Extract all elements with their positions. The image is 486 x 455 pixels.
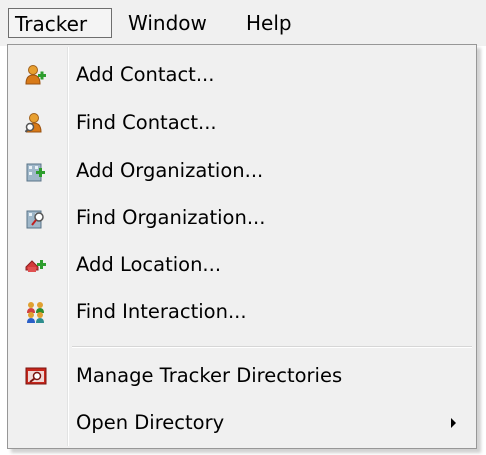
menu-item-add-location[interactable]: Add Location...: [10, 245, 474, 285]
menu-item-label: Add Contact...: [76, 63, 215, 86]
menu-bar: Tracker Window Help: [0, 0, 486, 46]
menu-item-add-organization[interactable]: Add Organization...: [10, 151, 474, 191]
add-contact-icon: [25, 64, 47, 86]
tracker-dropdown-menu: Add Contact... Find Contact... Add Organ…: [7, 44, 477, 449]
menu-item-label: Find Organization...: [76, 206, 266, 229]
menu-item-label: Manage Tracker Directories: [76, 364, 343, 387]
submenu-arrow-icon: [451, 418, 456, 428]
find-interaction-icon: [25, 301, 47, 323]
manage-directories-icon: [25, 365, 47, 387]
menu-help[interactable]: Help: [240, 8, 298, 38]
menu-item-find-interaction[interactable]: Find Interaction...: [10, 292, 474, 332]
menu-item-label: Find Interaction...: [76, 300, 247, 323]
menu-window[interactable]: Window: [122, 8, 213, 38]
menu-item-manage-tracker-directories[interactable]: Manage Tracker Directories: [10, 356, 474, 396]
find-organization-icon: [25, 207, 47, 229]
menu-item-label: Add Organization...: [76, 159, 264, 182]
add-organization-icon: [25, 160, 47, 182]
menu-item-add-contact[interactable]: Add Contact...: [10, 55, 474, 95]
menu-item-label: Open Directory: [76, 411, 225, 434]
find-contact-icon: [24, 112, 47, 134]
menu-item-open-directory[interactable]: Open Directory: [10, 403, 474, 443]
menu-item-find-contact[interactable]: Find Contact...: [10, 103, 474, 143]
menu-tracker[interactable]: Tracker: [8, 8, 112, 38]
add-location-icon: [25, 254, 47, 276]
menu-item-label: Add Location...: [76, 253, 222, 276]
menu-item-label: Find Contact...: [76, 111, 217, 134]
menu-separator: [72, 346, 472, 348]
menu-item-find-organization[interactable]: Find Organization...: [10, 198, 474, 238]
